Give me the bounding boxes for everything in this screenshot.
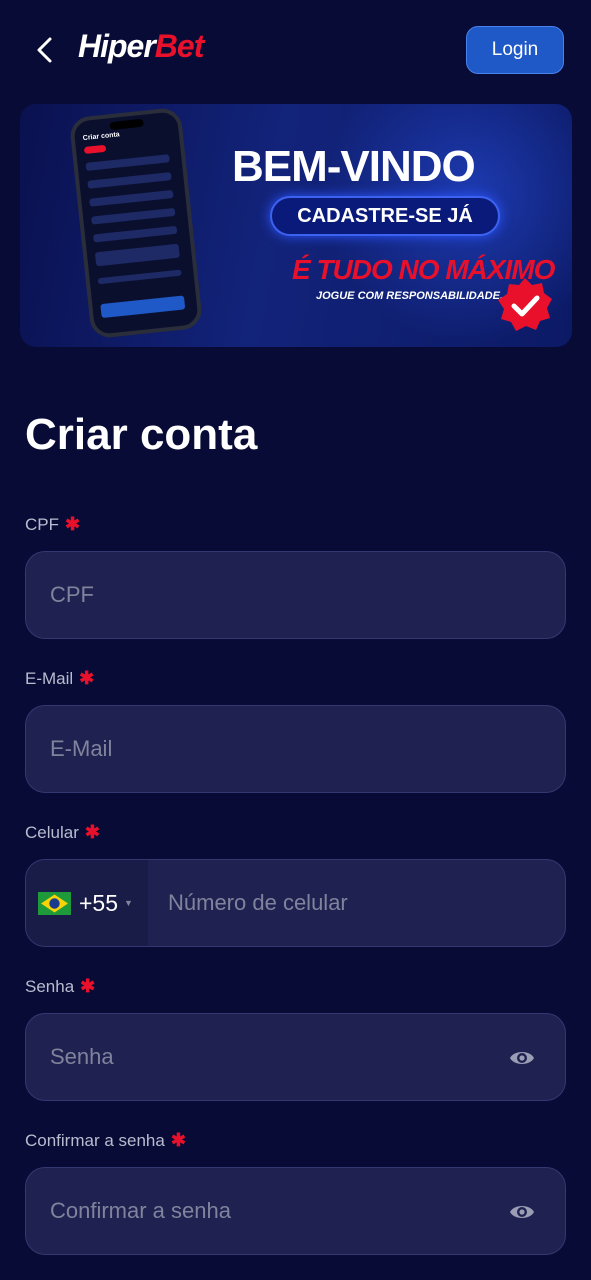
- cpf-label-text: CPF: [25, 515, 59, 534]
- phone-screen-field: [87, 172, 172, 189]
- email-field[interactable]: [25, 705, 566, 793]
- confirm-password-input[interactable]: [26, 1168, 565, 1254]
- phone-screen-pill: [83, 144, 107, 155]
- required-marker: ✱: [65, 514, 81, 534]
- caret-down-icon: ▼: [124, 898, 133, 908]
- celular-field[interactable]: +55 ▼: [25, 859, 566, 947]
- logo-hiper: Hiper: [78, 28, 156, 64]
- email-input[interactable]: [26, 706, 565, 792]
- celular-label: Celular ✱: [25, 822, 100, 843]
- cpf-input[interactable]: [26, 552, 565, 638]
- phone-number-input[interactable]: [148, 860, 565, 946]
- banner-subtagline: JOGUE COM RESPONSABILIDADE.: [316, 290, 504, 302]
- phone-screen-text: [94, 243, 180, 267]
- confirm-password-field[interactable]: [25, 1167, 566, 1255]
- senha-label-text: Senha: [25, 977, 75, 996]
- header: HiperBet Login: [0, 0, 591, 100]
- eye-icon[interactable]: [509, 1202, 535, 1222]
- phone-screen-field: [91, 207, 176, 225]
- phone-screen-field: [92, 225, 178, 243]
- logo-bet: Bet: [154, 28, 205, 64]
- country-code: +55: [79, 889, 119, 916]
- phone-screen-title: Criar conta: [82, 131, 121, 143]
- required-marker: ✱: [80, 976, 96, 996]
- required-marker: ✱: [170, 1130, 186, 1150]
- phone-screen-button: [100, 295, 186, 319]
- chevron-left-icon[interactable]: [30, 32, 60, 68]
- required-marker: ✱: [84, 822, 100, 842]
- check-badge-icon: [498, 278, 552, 331]
- senha-field[interactable]: [25, 1013, 566, 1101]
- hiperbet-logo[interactable]: HiperBet: [78, 28, 205, 65]
- email-label: E-Mail ✱: [25, 668, 94, 689]
- phone-screen-text: [97, 269, 182, 285]
- senha-label: Senha ✱: [25, 976, 95, 997]
- celular-label-text: Celular: [25, 823, 79, 842]
- cpf-field[interactable]: [25, 551, 566, 639]
- banner-title: BEM-VINDO: [232, 142, 476, 191]
- password-input[interactable]: [26, 1014, 565, 1100]
- phone-screen-field: [85, 154, 170, 171]
- country-code-select[interactable]: +55 ▼: [26, 860, 148, 946]
- email-label-text: E-Mail: [25, 669, 74, 688]
- welcome-banner[interactable]: Criar conta BEM-VINDO CADASTRE-SE JÁ É T…: [20, 104, 572, 347]
- eye-icon[interactable]: [509, 1048, 535, 1068]
- confirm-password-label-text: Confirmar a senha: [25, 1131, 165, 1150]
- phone-notch: [109, 118, 144, 131]
- phone-screen-field: [89, 189, 174, 207]
- phone-mockup-image: Criar conta: [68, 106, 204, 340]
- login-button[interactable]: Login: [466, 26, 564, 74]
- brazil-flag-icon: [38, 891, 71, 915]
- banner-signup-pill: CADASTRE-SE JÁ: [270, 196, 500, 236]
- cpf-label: CPF ✱: [25, 514, 80, 535]
- confirm-password-label: Confirmar a senha ✱: [25, 1130, 186, 1151]
- page-title: Criar conta: [25, 410, 258, 459]
- required-marker: ✱: [79, 668, 95, 688]
